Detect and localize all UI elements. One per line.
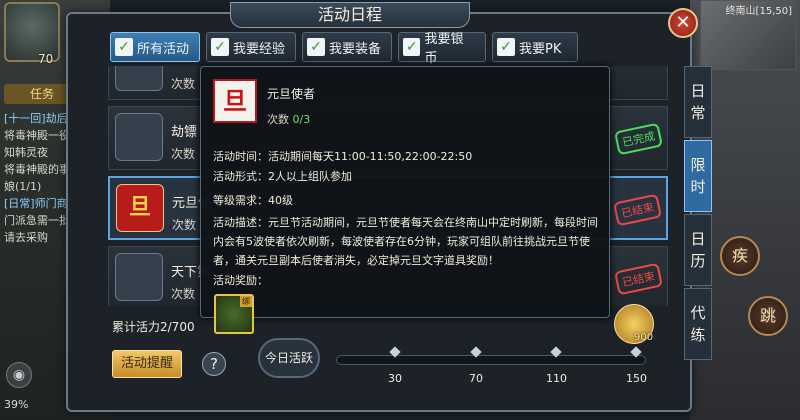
- skill-button[interactable]: 疾: [720, 236, 760, 276]
- side-tab-calendar[interactable]: 日历: [684, 214, 712, 286]
- tick-label: 30: [388, 372, 402, 385]
- activity-count-label: 次数: [172, 218, 197, 232]
- activity-count-label: 次数: [171, 77, 196, 91]
- map-location-label: 终南山[15,50]: [725, 6, 792, 17]
- reward-value: 900: [634, 332, 654, 343]
- activity-detail-popup: 旦 元旦使者 次数 0/3 活动时间：活动期间每天11:00-11:50,22:…: [200, 66, 610, 318]
- tick-label: 150: [626, 372, 647, 385]
- check-icon: ✓: [403, 38, 421, 56]
- tab-label: 我要装备: [329, 41, 382, 57]
- activity-name: 劫镖: [171, 125, 198, 140]
- bound-tag: 绑: [240, 296, 252, 307]
- activity-reminder-button[interactable]: 活动提醒: [112, 350, 182, 378]
- popup-count-value: 0/3: [292, 113, 311, 126]
- check-icon: ✓: [115, 38, 133, 56]
- activity-progress-bar: [336, 355, 646, 365]
- tab-all-activities[interactable]: ✓ 所有活动: [110, 32, 200, 62]
- ended-stamp: 已结束: [613, 262, 664, 296]
- popup-count: 次数 0/3: [267, 111, 310, 127]
- popup-level: 等级需求：40级: [213, 194, 293, 207]
- jump-button[interactable]: 跳: [748, 296, 788, 336]
- tab-label: 所有活动: [137, 41, 190, 57]
- reward-pouch-icon[interactable]: 绑: [214, 294, 254, 334]
- check-icon: ✓: [211, 38, 229, 56]
- popup-description: 活动描述：元旦节活动期间，元旦节使者每天会在终南山中定时刷新，每段时间内会有5波…: [213, 216, 598, 267]
- window-title: 活动日程: [230, 2, 470, 28]
- tab-silver[interactable]: ✓ 我要银币: [398, 32, 486, 66]
- tab-experience[interactable]: ✓ 我要经验: [206, 32, 296, 62]
- activity-count-label: 次数: [171, 287, 196, 301]
- vitality-total: 累计活力2/700: [112, 320, 195, 334]
- tab-equipment[interactable]: ✓ 我要装备: [302, 32, 392, 62]
- side-tab-daily[interactable]: 日常: [684, 66, 712, 138]
- camera-icon[interactable]: ◉: [6, 362, 32, 388]
- side-tabs: 日常 限时 日历 代练: [684, 66, 712, 362]
- ended-stamp: 已结束: [612, 193, 663, 227]
- popup-count-label: 次数: [267, 113, 289, 126]
- dan-character-icon: 旦: [213, 79, 257, 123]
- check-icon: ✓: [307, 38, 325, 56]
- tab-pk[interactable]: ✓ 我要PK: [492, 32, 578, 62]
- battery-level: 39%: [4, 398, 29, 411]
- category-tabs: ✓ 所有活动 ✓ 我要经验 ✓ 我要装备 ✓ 我要银币 ✓ 我要PK: [110, 32, 578, 66]
- today-activity-button[interactable]: 今日活跃: [258, 338, 320, 378]
- popup-form: 活动形式：2人以上组队参加: [213, 170, 352, 183]
- tab-label: 我要银币: [424, 32, 464, 66]
- activity-count-label: 次数: [171, 147, 196, 161]
- tick-label: 70: [469, 372, 483, 385]
- tab-label: 我要经验: [233, 41, 286, 57]
- side-tab-proxy[interactable]: 代练: [684, 288, 712, 360]
- tab-label: 我要PK: [519, 41, 562, 57]
- jade-bundle-icon: [115, 253, 163, 301]
- silver-ingots-icon: [115, 113, 163, 161]
- popup-reward-label: 活动奖励：: [213, 274, 268, 287]
- dan-character-icon: 旦: [116, 184, 164, 232]
- popup-time: 活动时间：活动期间每天11:00-11:50,22:00-22:50: [213, 150, 473, 163]
- side-tab-limited[interactable]: 限时: [684, 140, 712, 212]
- tick-label: 110: [546, 372, 567, 385]
- popup-activity-name: 元旦使者: [267, 87, 316, 101]
- completed-stamp: 已完成: [613, 122, 664, 156]
- gem-bundle-icon: [115, 66, 163, 91]
- close-button[interactable]: ✕: [668, 8, 698, 38]
- check-icon: ✓: [497, 38, 515, 56]
- help-icon[interactable]: ?: [202, 352, 226, 376]
- player-level: 70: [38, 52, 54, 66]
